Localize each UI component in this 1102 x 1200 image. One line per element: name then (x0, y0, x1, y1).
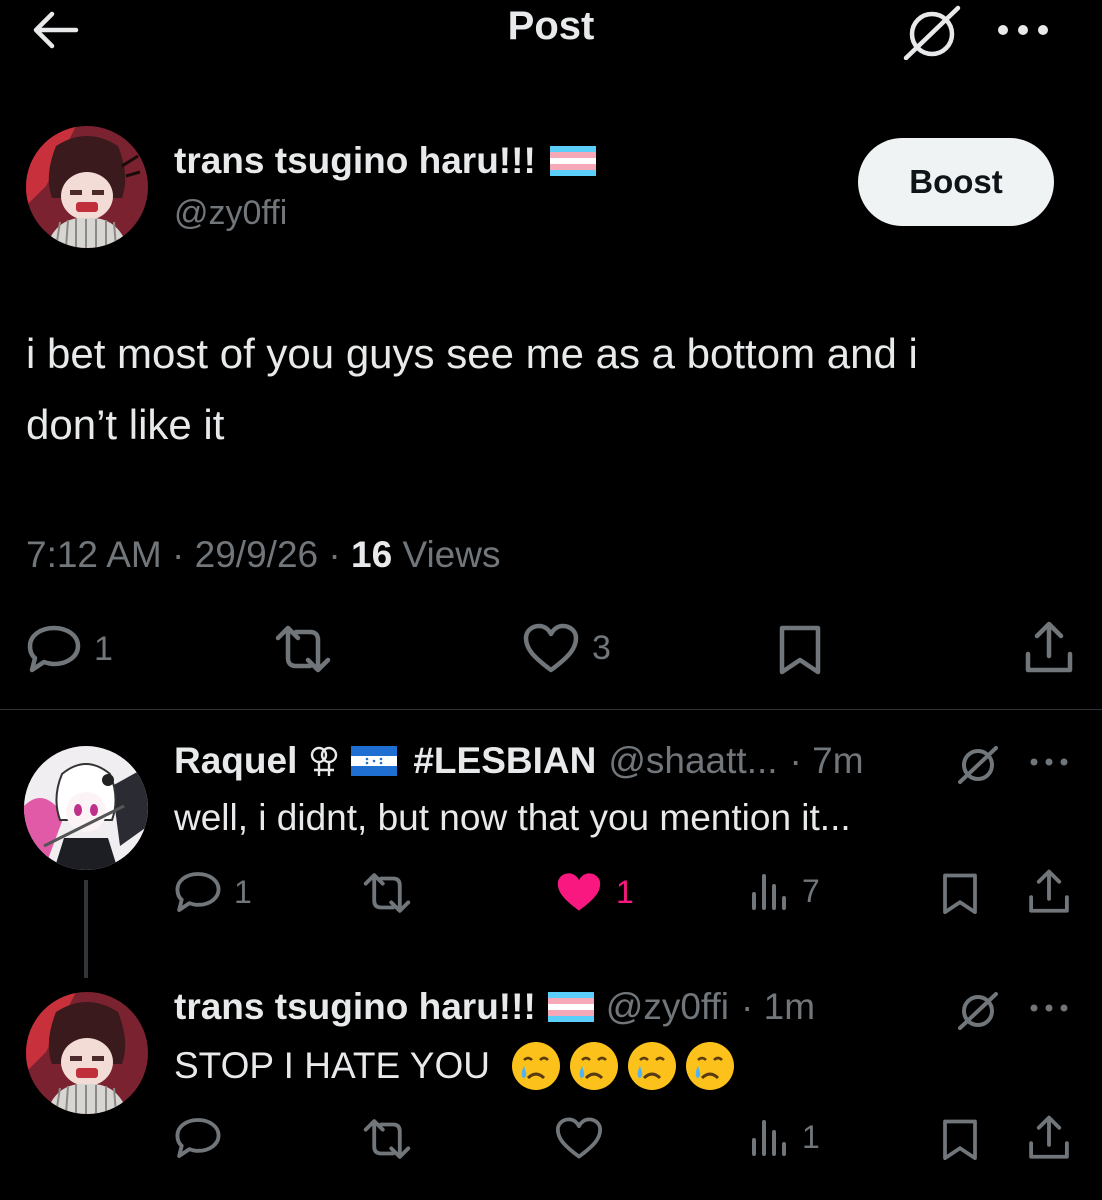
honduras-flag-icon (351, 746, 398, 776)
post-text-line-1: i bet most of you guys see me as a botto… (26, 330, 918, 377)
trans-flag-icon (547, 992, 594, 1022)
share-button[interactable] (1022, 620, 1076, 676)
reply-1-share-button[interactable] (1026, 868, 1072, 916)
divider (0, 709, 1102, 710)
reply-1-like-button[interactable]: 1 (554, 870, 634, 914)
reply-1-like-count: 1 (616, 873, 634, 910)
share-icon (1029, 1115, 1069, 1159)
author-name[interactable]: trans tsugino haru!!! (174, 140, 536, 182)
reply-2-like-button[interactable] (554, 1116, 604, 1160)
reply-icon (27, 625, 81, 673)
views-icon (752, 1120, 786, 1156)
reply-button[interactable]: 1 (26, 624, 113, 674)
boost-button[interactable]: Boost (858, 138, 1054, 226)
heart-filled-icon (557, 873, 601, 911)
share-icon (1029, 869, 1069, 913)
views-icon (752, 874, 786, 910)
reply-2-reply-button[interactable] (174, 1116, 222, 1160)
post-time[interactable]: 7:12 AM (26, 534, 162, 575)
crying-face-emoji-icon (569, 1042, 618, 1090)
more-options-icon (1030, 1004, 1068, 1012)
reply-2-share-button[interactable] (1026, 1114, 1072, 1162)
reply-2-header: trans tsugino haru!!! @zy0ffi · 1m (174, 986, 815, 1028)
reply-1-author-name[interactable]: Raquel (174, 740, 297, 782)
author-name-row: trans tsugino haru!!! (174, 140, 596, 182)
reply-2-repost-button[interactable] (360, 1116, 414, 1162)
author-avatar[interactable] (26, 126, 148, 248)
reply-1-reply-count: 1 (234, 873, 252, 910)
reply-1-more-button[interactable] (1028, 752, 1072, 772)
post-date[interactable]: 29/9/26 (195, 534, 318, 575)
bookmark-icon (779, 625, 821, 675)
trans-flag-icon (549, 146, 596, 176)
repost-icon (275, 625, 331, 673)
crying-face-emoji-icon (685, 1042, 734, 1090)
reply-2-bookmark-button[interactable] (940, 1116, 980, 1162)
post-text: i bet most of you guys see me as a botto… (26, 318, 1076, 460)
reply-2-views-button[interactable]: 1 (750, 1116, 820, 1158)
reply-avatar-author[interactable] (26, 992, 148, 1114)
views-count: 16 (351, 534, 393, 575)
reply-2-more-button[interactable] (1028, 998, 1072, 1018)
reply-1-text: well, i didnt, but now that you mention … (174, 797, 851, 838)
heart-icon (555, 1117, 603, 1159)
grok-icon (958, 992, 998, 1030)
like-button[interactable]: 3 (522, 622, 611, 674)
reply-1-views-button[interactable]: 7 (750, 870, 820, 912)
repost-icon (363, 873, 411, 913)
post-text-line-2: don’t like it (26, 401, 225, 448)
thread-connector-line (84, 880, 88, 978)
reply-2-handle[interactable]: @zy0ffi (606, 986, 729, 1028)
grok-icon (958, 746, 998, 784)
reply-icon (175, 872, 221, 912)
bookmark-button[interactable] (776, 622, 824, 676)
reply-2-views-count: 1 (802, 1118, 820, 1155)
crying-face-emoji-icon (511, 1042, 560, 1090)
reply-1-header: Raquel #LESBIAN @shaatt... · 7m (174, 740, 864, 782)
reply-1-repost-button[interactable] (360, 870, 414, 916)
reply-2-text: STOP I HATE YOU (174, 1045, 490, 1086)
reply-1-grok-button[interactable] (956, 744, 1000, 784)
reply-2-author-name[interactable]: trans tsugino haru!!! (174, 986, 536, 1028)
reply-2-age[interactable]: · 1m (741, 986, 815, 1028)
crying-face-emoji-icon (627, 1042, 676, 1090)
reply-avatar-raquel[interactable] (24, 746, 148, 870)
repost-icon (363, 1119, 411, 1159)
grok-icon[interactable] (902, 4, 962, 60)
author-handle[interactable]: @zy0ffi (174, 194, 287, 233)
heart-icon (523, 623, 579, 673)
lesbian-symbol-icon (311, 746, 338, 776)
reply-1-views-count: 7 (802, 872, 820, 909)
reply-1-handle[interactable]: @shaatt... (608, 740, 777, 782)
reply-1-bookmark-button[interactable] (940, 870, 980, 916)
views-label: Views (402, 534, 501, 575)
reply-1-tag[interactable]: #LESBIAN (413, 740, 596, 782)
reply-1-age[interactable]: · 7m (790, 740, 864, 782)
post-meta: 7:12 AM · 29/9/26 · 16 Views (26, 534, 501, 575)
more-options-icon[interactable] (995, 12, 1055, 48)
reply-2-grok-button[interactable] (956, 990, 1000, 1030)
reply-count: 1 (94, 629, 113, 668)
bookmark-icon (943, 873, 977, 915)
more-options-icon (1030, 758, 1068, 766)
reply-1-reply-button[interactable]: 1 (174, 870, 252, 914)
repost-button[interactable] (272, 622, 334, 676)
like-count: 3 (592, 628, 611, 667)
reply-2-text-row: STOP I HATE YOU (174, 1040, 736, 1092)
bookmark-icon (943, 1119, 977, 1161)
reply-icon (175, 1118, 221, 1158)
share-icon (1025, 621, 1073, 673)
